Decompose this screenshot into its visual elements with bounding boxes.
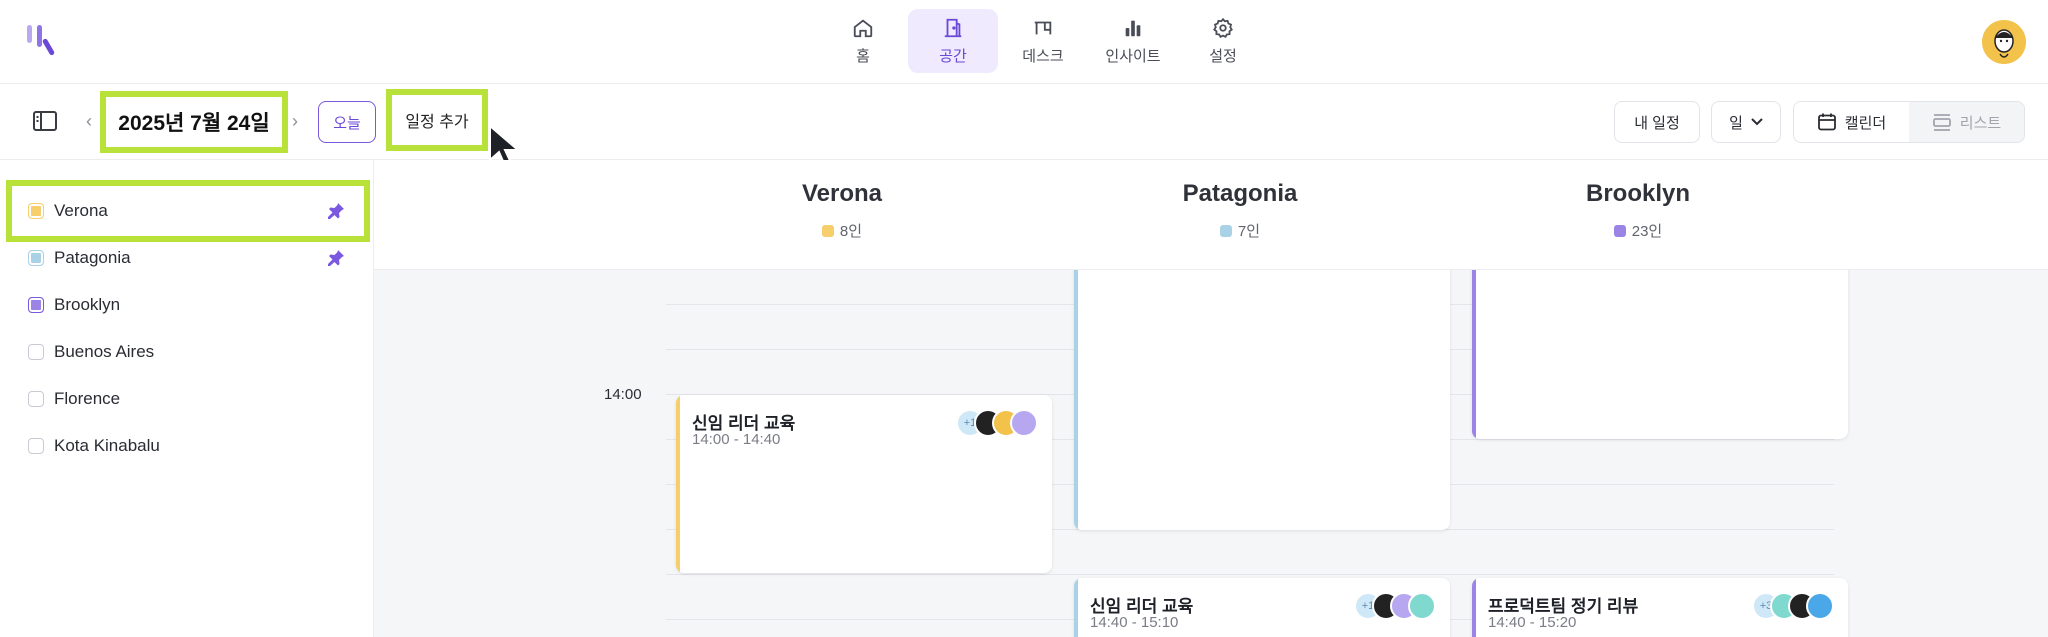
view-range-value: 일 — [1729, 114, 1743, 132]
event-attendees[interactable]: +3 — [1752, 592, 1834, 620]
view-range-select[interactable]: 일 — [1711, 101, 1781, 143]
event-card[interactable]: 신임 리더 교육 14:00 - 14:40 +1 — [676, 395, 1052, 573]
nav-insight[interactable]: 인사이트 — [1088, 9, 1178, 73]
nav-space[interactable]: 공간 — [908, 9, 998, 73]
current-date[interactable]: 2025년 7월 24일 — [100, 91, 288, 153]
bar-chart-icon — [1125, 20, 1141, 36]
nav-space-label: 공간 — [939, 47, 967, 65]
nav-home-label: 홈 — [856, 47, 870, 65]
space-checkbox[interactable] — [28, 344, 44, 360]
attendee-avatar — [1408, 592, 1436, 620]
space-checkbox[interactable] — [28, 438, 44, 454]
nav-desk-label: 데스크 — [1022, 47, 1064, 65]
pin-icon[interactable] — [327, 249, 345, 267]
gear-icon — [1213, 17, 1233, 38]
main-nav: 홈 공간 데스크 인사이트 설정 — [818, 9, 1268, 73]
column-patagonia: Patagonia 7인 — [1040, 180, 1440, 241]
nav-home[interactable]: 홈 — [818, 9, 908, 73]
column-name: Verona — [801, 180, 883, 207]
space-column-header: Verona 8인 Patagonia 7인 Brooklyn 23인 — [374, 160, 2048, 270]
top-navigation: 홈 공간 데스크 인사이트 설정 — [0, 0, 2048, 84]
space-item-buenos-aires[interactable]: Buenos Aires — [0, 329, 374, 375]
space-item-kota-kinabalu[interactable]: Kota Kinabalu — [0, 423, 374, 469]
event-block[interactable] — [1074, 270, 1450, 530]
calendar-view-label: 캘린더 — [1844, 114, 1887, 132]
calendar-icon — [1817, 113, 1836, 131]
nav-settings-label: 설정 — [1209, 47, 1237, 65]
event-time: 14:40 - 15:20 — [1488, 614, 1577, 631]
desk-icon — [1034, 21, 1052, 34]
nav-insight-label: 인사이트 — [1105, 47, 1161, 65]
chevron-left-icon[interactable]: ‹ — [82, 112, 96, 130]
space-item-brooklyn[interactable]: Brooklyn — [0, 282, 374, 328]
space-label: Brooklyn — [54, 295, 121, 314]
door-icon — [944, 18, 962, 37]
attendee-avatar — [1806, 592, 1834, 620]
space-label: Kota Kinabalu — [54, 436, 160, 455]
space-item-florence[interactable]: Florence — [0, 376, 374, 422]
calendar-grid[interactable]: 14:00 신임 리더 교육 14:00 - 14:40 +1 신임 리더 교육… — [374, 270, 2048, 637]
chevron-right-icon[interactable]: › — [288, 112, 302, 130]
nav-settings[interactable]: 설정 — [1178, 9, 1268, 73]
chevron-down-icon — [1751, 118, 1763, 126]
calendar-view-button[interactable]: 캘린더 — [1794, 102, 1909, 142]
home-icon — [853, 19, 873, 37]
list-icon — [1932, 114, 1951, 131]
user-avatar[interactable] — [1982, 20, 2026, 64]
my-schedule-button[interactable]: 내 일정 — [1614, 101, 1700, 143]
space-checkbox[interactable] — [28, 250, 44, 266]
list-view-label: 리스트 — [1959, 114, 2002, 132]
event-card[interactable]: 프로덕트팀 정기 리뷰 14:40 - 15:20 +3 — [1472, 578, 1848, 637]
attendee-avatar — [1010, 409, 1038, 437]
space-sidebar: Verona Patagonia Brooklyn Buenos Aires F… — [0, 160, 374, 637]
add-schedule-button[interactable]: 일정 추가 — [386, 89, 488, 151]
space-label: Buenos Aires — [54, 342, 155, 361]
space-label: Patagonia — [54, 248, 131, 267]
space-checkbox[interactable] — [28, 297, 44, 313]
event-block[interactable] — [1472, 270, 1848, 439]
nav-desk[interactable]: 데스크 — [998, 9, 1088, 73]
event-time: 14:40 - 15:10 — [1090, 614, 1179, 631]
calendar-toolbar: ‹ 2025년 7월 24일 › 오늘 일정 추가 내 일정 일 캘린더 리스트 — [0, 84, 2048, 170]
space-label: Verona — [54, 201, 108, 220]
event-card[interactable]: 신임 리더 교육 14:40 - 15:10 +1 — [1074, 578, 1450, 637]
event-attendees[interactable]: +1 — [1354, 592, 1436, 620]
column-name: Brooklyn — [1585, 180, 1690, 207]
column-capacity: 7인 — [1040, 220, 1440, 241]
event-attendees[interactable]: +1 — [956, 409, 1038, 437]
pin-icon[interactable] — [327, 202, 345, 220]
column-name: Patagonia — [1182, 180, 1298, 207]
event-time: 14:00 - 14:40 — [692, 431, 781, 448]
column-brooklyn: Brooklyn 23인 — [1438, 180, 1838, 241]
view-mode-toggle: 캘린더 리스트 — [1793, 101, 2025, 143]
space-checkbox[interactable] — [28, 203, 44, 219]
column-verona: Verona 8인 — [642, 180, 1042, 241]
app-logo-icon[interactable] — [24, 22, 60, 58]
time-label: 14:00 — [604, 386, 642, 403]
space-label: Florence — [54, 389, 121, 408]
space-item-patagonia[interactable]: Patagonia — [0, 235, 374, 281]
space-checkbox[interactable] — [28, 391, 44, 407]
space-item-verona[interactable]: Verona — [0, 188, 374, 234]
column-capacity: 23인 — [1438, 220, 1838, 241]
sidebar-toggle-icon[interactable] — [32, 110, 58, 132]
today-button[interactable]: 오늘 — [318, 101, 376, 143]
list-view-button[interactable]: 리스트 — [1909, 102, 2024, 142]
column-capacity: 8인 — [642, 220, 1042, 241]
